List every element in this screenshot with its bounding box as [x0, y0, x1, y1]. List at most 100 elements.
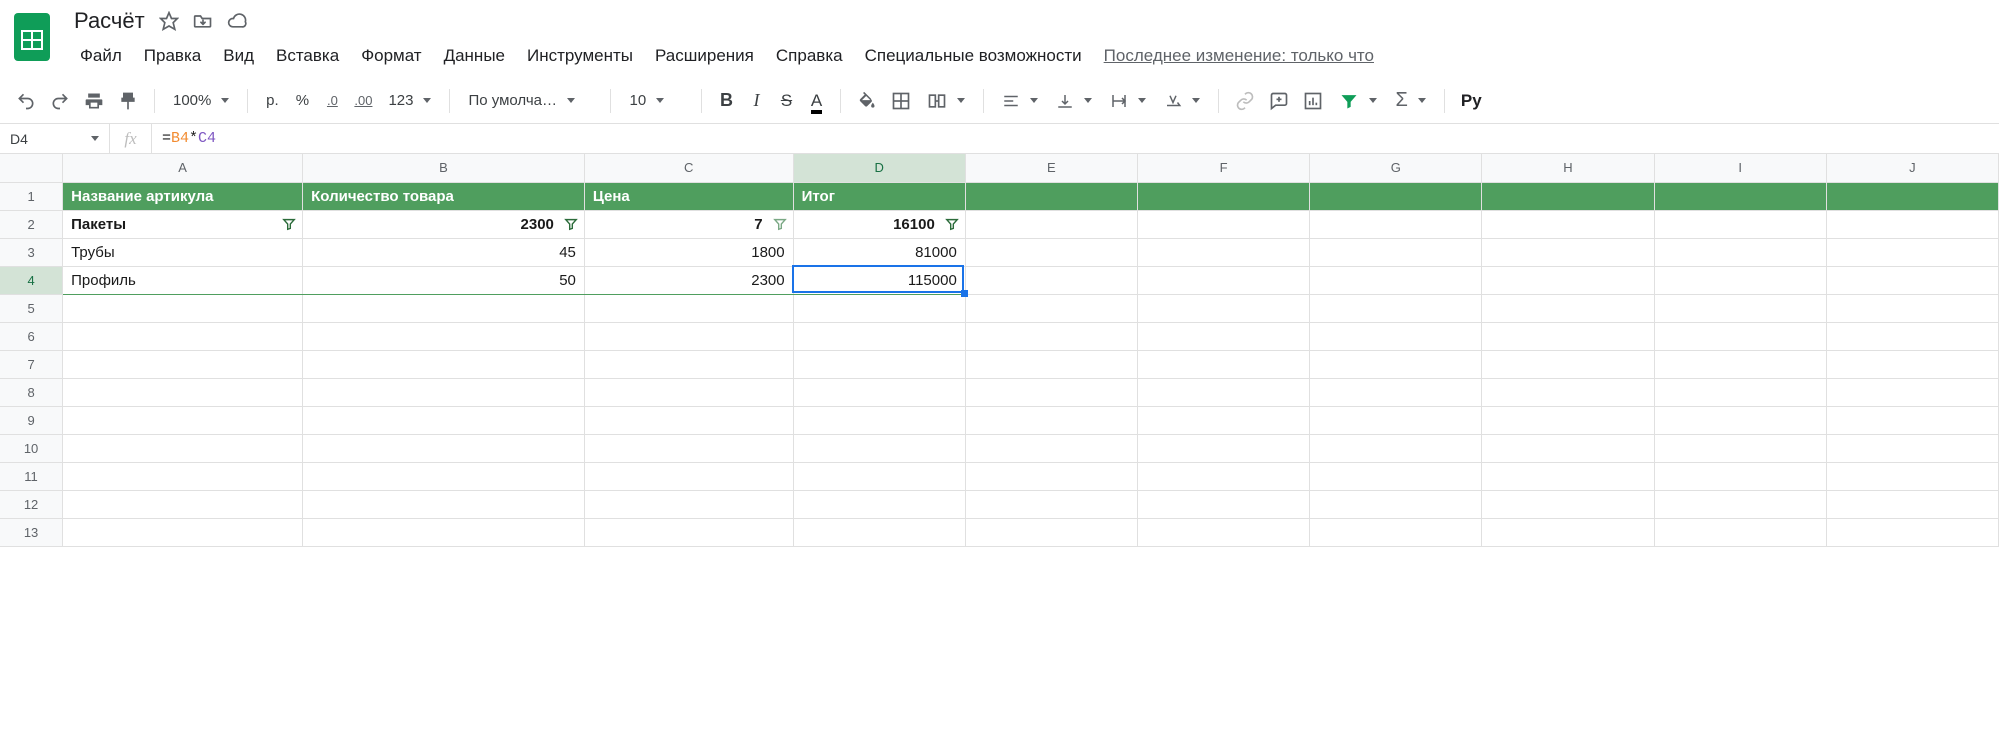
row-header[interactable]: 5	[0, 294, 63, 322]
cell[interactable]	[965, 518, 1137, 546]
cell[interactable]	[793, 490, 965, 518]
more-formats-select[interactable]: 123	[380, 86, 439, 116]
cell[interactable]	[1137, 406, 1309, 434]
insert-chart-button[interactable]	[1297, 86, 1329, 116]
cell[interactable]	[303, 294, 585, 322]
cell[interactable]	[1137, 182, 1309, 210]
cell[interactable]	[1826, 434, 1998, 462]
cell[interactable]	[1310, 182, 1482, 210]
cell[interactable]: 2300	[584, 266, 793, 294]
cell[interactable]	[1654, 350, 1826, 378]
cell[interactable]	[1654, 434, 1826, 462]
cell[interactable]	[1310, 490, 1482, 518]
cell[interactable]	[965, 350, 1137, 378]
row-header[interactable]: 7	[0, 350, 63, 378]
cell[interactable]	[1826, 322, 1998, 350]
cell[interactable]	[1310, 378, 1482, 406]
cell[interactable]	[793, 434, 965, 462]
cell[interactable]	[965, 434, 1137, 462]
cell[interactable]	[965, 378, 1137, 406]
col-header-a[interactable]: A	[63, 154, 303, 182]
cell[interactable]	[63, 518, 303, 546]
row-header[interactable]: 6	[0, 322, 63, 350]
cell[interactable]	[793, 378, 965, 406]
name-box[interactable]: D4	[0, 124, 110, 153]
cell[interactable]	[793, 350, 965, 378]
cell[interactable]	[1310, 518, 1482, 546]
zoom-select[interactable]: 100%	[165, 86, 237, 116]
insert-comment-button[interactable]	[1263, 86, 1295, 116]
move-icon[interactable]	[193, 11, 213, 31]
formula-input[interactable]: =B4*C4	[152, 124, 1999, 153]
cell[interactable]	[303, 518, 585, 546]
cell[interactable]	[303, 490, 585, 518]
increase-decimal-button[interactable]: .00	[348, 86, 378, 116]
cell[interactable]: Количество товара	[303, 182, 585, 210]
cell[interactable]	[1826, 210, 1998, 238]
cell[interactable]	[965, 266, 1137, 294]
cell[interactable]	[1310, 350, 1482, 378]
cell[interactable]	[1654, 266, 1826, 294]
cell[interactable]	[793, 294, 965, 322]
cell[interactable]	[1137, 490, 1309, 518]
row-header[interactable]: 10	[0, 434, 63, 462]
cell[interactable]	[1654, 462, 1826, 490]
cell[interactable]	[1310, 266, 1482, 294]
sheets-logo[interactable]	[12, 12, 52, 62]
cell[interactable]	[1137, 322, 1309, 350]
undo-button[interactable]	[10, 86, 42, 116]
paint-format-button[interactable]	[112, 86, 144, 116]
filter-button[interactable]	[1331, 86, 1385, 116]
cell[interactable]	[303, 462, 585, 490]
menu-tools[interactable]: Инструменты	[517, 40, 643, 72]
cloud-status-icon[interactable]	[227, 11, 247, 31]
cell[interactable]	[63, 350, 303, 378]
cell[interactable]: Название артикула	[63, 182, 303, 210]
decrease-decimal-button[interactable]: .0	[318, 86, 346, 116]
filter-icon[interactable]	[945, 217, 959, 231]
functions-button[interactable]: Σ	[1387, 86, 1433, 116]
cell[interactable]	[303, 350, 585, 378]
spreadsheet-grid[interactable]: A B C D E F G H I J 1 Название артикула …	[0, 154, 1999, 547]
cell[interactable]	[1482, 294, 1654, 322]
cell[interactable]: 2300	[303, 210, 585, 238]
doc-title[interactable]: Расчёт	[74, 8, 145, 34]
cell[interactable]: Пакеты	[63, 210, 303, 238]
cell[interactable]	[1137, 210, 1309, 238]
cell[interactable]: 45	[303, 238, 585, 266]
cell[interactable]	[1654, 238, 1826, 266]
cell[interactable]	[965, 322, 1137, 350]
cell[interactable]	[63, 434, 303, 462]
cell[interactable]	[1137, 238, 1309, 266]
font-family-select[interactable]: По умолча…	[460, 86, 600, 116]
cell[interactable]	[1654, 210, 1826, 238]
cell[interactable]	[1482, 322, 1654, 350]
menu-file[interactable]: Файл	[70, 40, 132, 72]
insert-link-button[interactable]	[1229, 86, 1261, 116]
filter-icon[interactable]	[564, 217, 578, 231]
cell[interactable]	[793, 518, 965, 546]
col-header-e[interactable]: E	[965, 154, 1137, 182]
cell[interactable]	[1826, 238, 1998, 266]
cell[interactable]	[1482, 266, 1654, 294]
cell[interactable]	[1482, 350, 1654, 378]
cell[interactable]	[303, 406, 585, 434]
cell[interactable]	[1482, 518, 1654, 546]
cell[interactable]: 7	[584, 210, 793, 238]
strikethrough-button[interactable]: S	[772, 86, 800, 116]
cell[interactable]	[1137, 518, 1309, 546]
cell[interactable]	[584, 378, 793, 406]
cell[interactable]	[1826, 182, 1998, 210]
merge-cells-select[interactable]	[919, 86, 973, 116]
cell[interactable]	[965, 210, 1137, 238]
fill-color-button[interactable]	[851, 86, 883, 116]
cell[interactable]	[303, 434, 585, 462]
cell[interactable]: 1800	[584, 238, 793, 266]
cell[interactable]	[584, 518, 793, 546]
cell[interactable]	[1482, 434, 1654, 462]
menu-edit[interactable]: Правка	[134, 40, 211, 72]
cell[interactable]	[1654, 518, 1826, 546]
menu-view[interactable]: Вид	[213, 40, 264, 72]
menu-help[interactable]: Справка	[766, 40, 853, 72]
col-header-c[interactable]: C	[584, 154, 793, 182]
